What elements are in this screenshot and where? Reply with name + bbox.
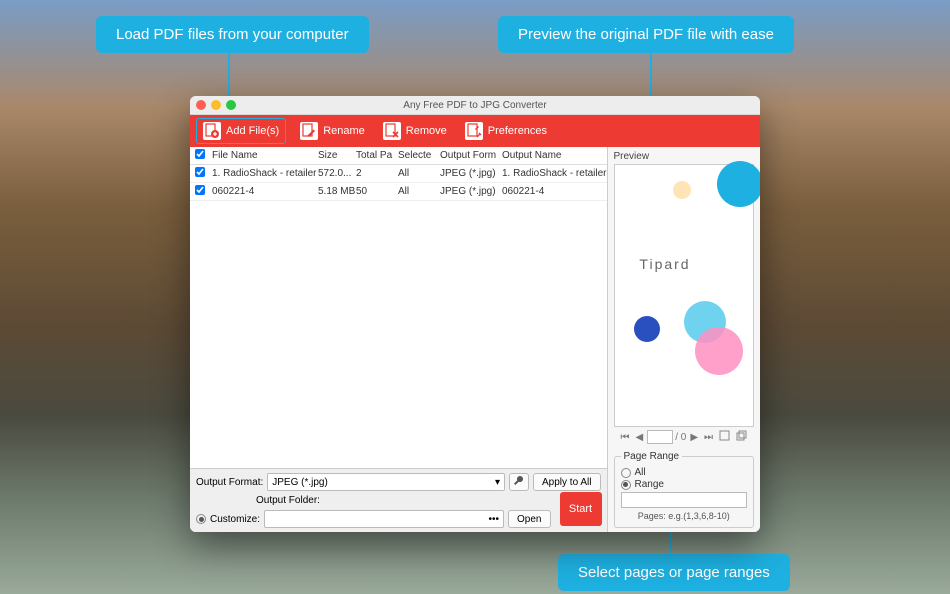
col-selected[interactable]: Selecte xyxy=(398,150,440,161)
preview-nav: ⏮ ◀ / 0 ▶ ⏭ xyxy=(614,430,755,444)
preferences-icon xyxy=(465,122,483,140)
cell-size: 5.18 MB xyxy=(318,186,356,197)
preview-brand-text: Tipard xyxy=(639,256,690,272)
cell-output-format: JPEG (*.jpg) xyxy=(440,168,502,179)
row-checkbox[interactable] xyxy=(195,167,205,177)
page-range-legend: Page Range xyxy=(621,451,683,462)
rename-button[interactable]: Rename xyxy=(296,120,369,142)
cell-filename: 1. RadioShack - retailer xyxy=(210,168,318,179)
last-page-icon[interactable]: ⏭ xyxy=(702,432,715,443)
table-header: File Name Size Total Pa Selecte Output F… xyxy=(190,147,607,165)
page-range-group: Page Range All Range Pages: e.g.(1,3,6,8… xyxy=(614,451,755,528)
cell-selected: All xyxy=(398,186,440,197)
preview-canvas: Tipard xyxy=(614,164,755,427)
app-window: Any Free PDF to JPG Converter Add File(s… xyxy=(190,96,760,532)
callout-load: Load PDF files from your computer xyxy=(96,16,369,53)
range-input[interactable] xyxy=(621,492,748,508)
apply-to-all-button[interactable]: Apply to All xyxy=(533,473,600,491)
customize-label: Customize: xyxy=(210,514,260,525)
bottom-bar: Output Format: JPEG (*.jpg) ▾ Apply to A… xyxy=(190,468,607,532)
callout-preview: Preview the original PDF file with ease xyxy=(498,16,794,53)
cell-size: 572.0... xyxy=(318,168,356,179)
cell-output-name: 060221-4 xyxy=(502,186,607,197)
snapshot-icon[interactable] xyxy=(717,430,732,444)
customize-radio[interactable] xyxy=(196,514,206,524)
prev-page-icon[interactable]: ◀ xyxy=(633,432,645,443)
popout-icon[interactable] xyxy=(734,430,749,444)
cell-output-format: JPEG (*.jpg) xyxy=(440,186,502,197)
add-file-icon xyxy=(203,122,221,140)
col-total-pages[interactable]: Total Pa xyxy=(356,150,398,161)
preview-shape xyxy=(695,327,743,375)
page-input[interactable] xyxy=(647,430,673,444)
chevron-down-icon: ▾ xyxy=(495,477,500,488)
row-checkbox[interactable] xyxy=(195,185,205,195)
range-all-radio[interactable] xyxy=(621,468,631,478)
range-range-label: Range xyxy=(635,479,664,490)
remove-label: Remove xyxy=(406,125,447,137)
first-page-icon[interactable]: ⏮ xyxy=(618,432,631,443)
table-row[interactable]: 060221-45.18 MB50AllJPEG (*.jpg)060221-4 xyxy=(190,183,607,201)
open-folder-button[interactable]: Open xyxy=(508,510,550,528)
preview-panel: Preview Tipard ⏮ ◀ / 0 ▶ ⏭ xyxy=(608,147,761,532)
col-output-name[interactable]: Output Name xyxy=(502,150,607,161)
table-empty-area xyxy=(190,201,607,468)
preview-shape xyxy=(634,316,660,342)
page-total: / 0 xyxy=(675,432,686,443)
range-all-label: All xyxy=(635,467,646,478)
file-table: File Name Size Total Pa Selecte Output F… xyxy=(190,147,608,532)
output-folder-label: Output Folder: xyxy=(256,495,320,506)
ellipsis-icon: ••• xyxy=(489,514,500,525)
table-body: 1. RadioShack - retailer572.0...2AllJPEG… xyxy=(190,165,607,201)
next-page-icon[interactable]: ▶ xyxy=(688,432,700,443)
cell-total-pages: 2 xyxy=(356,168,398,179)
cell-total-pages: 50 xyxy=(356,186,398,197)
output-folder-select[interactable]: ••• xyxy=(264,510,504,528)
cell-output-name: 1. RadioShack - retailer xyxy=(502,168,607,179)
preview-shape xyxy=(717,161,760,207)
remove-icon xyxy=(383,122,401,140)
col-size[interactable]: Size xyxy=(318,150,356,161)
rename-icon xyxy=(300,122,318,140)
window-title: Any Free PDF to JPG Converter xyxy=(190,100,760,111)
preview-shape xyxy=(673,181,691,199)
callout-range: Select pages or page ranges xyxy=(558,554,790,591)
select-all-checkbox[interactable] xyxy=(195,149,205,159)
col-filename[interactable]: File Name xyxy=(210,150,318,161)
rename-label: Rename xyxy=(323,125,365,137)
content-area: File Name Size Total Pa Selecte Output F… xyxy=(190,147,760,532)
add-files-button[interactable]: Add File(s) xyxy=(196,118,286,144)
table-row[interactable]: 1. RadioShack - retailer572.0...2AllJPEG… xyxy=(190,165,607,183)
preferences-button[interactable]: Preferences xyxy=(461,120,551,142)
titlebar: Any Free PDF to JPG Converter xyxy=(190,96,760,115)
wrench-icon xyxy=(513,475,525,490)
toolbar: Add File(s) Rename Remove Preferences xyxy=(190,115,760,147)
cell-filename: 060221-4 xyxy=(210,186,318,197)
col-output-format[interactable]: Output Form xyxy=(440,150,502,161)
add-files-label: Add File(s) xyxy=(226,125,279,137)
output-format-label: Output Format: xyxy=(196,477,263,488)
output-format-select[interactable]: JPEG (*.jpg) ▾ xyxy=(267,473,505,491)
output-format-value: JPEG (*.jpg) xyxy=(272,477,328,488)
cell-selected: All xyxy=(398,168,440,179)
output-format-settings-button[interactable] xyxy=(509,473,529,491)
start-button[interactable]: Start xyxy=(560,492,602,526)
range-range-radio[interactable] xyxy=(621,480,631,490)
range-hint: Pages: e.g.(1,3,6,8-10) xyxy=(621,511,748,521)
preview-label: Preview xyxy=(614,151,755,162)
preferences-label: Preferences xyxy=(488,125,547,137)
remove-button[interactable]: Remove xyxy=(379,120,451,142)
